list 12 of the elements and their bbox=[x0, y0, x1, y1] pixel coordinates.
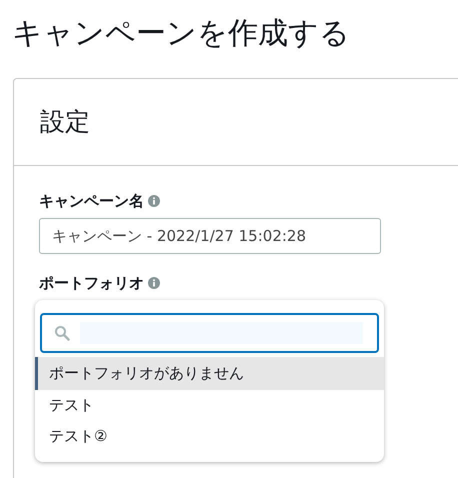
info-icon[interactable] bbox=[148, 277, 160, 289]
dropdown-option[interactable]: テスト② bbox=[35, 421, 384, 452]
dropdown-option[interactable]: テスト bbox=[35, 390, 384, 421]
dropdown-option[interactable]: ポートフォリオがありません bbox=[35, 357, 384, 390]
search-field[interactable] bbox=[40, 313, 379, 353]
field-label: キャンペーン名 bbox=[39, 190, 144, 212]
campaign-name-field[interactable]: キャンペーン - 2022/1/27 15:02:28 bbox=[39, 218, 381, 254]
page-title: キャンペーンを作成する bbox=[12, 15, 351, 53]
search-icon bbox=[54, 325, 70, 341]
card-title: 設定 bbox=[40, 106, 90, 138]
info-icon[interactable] bbox=[148, 195, 160, 207]
field-label: ポートフォリオ bbox=[39, 272, 144, 294]
